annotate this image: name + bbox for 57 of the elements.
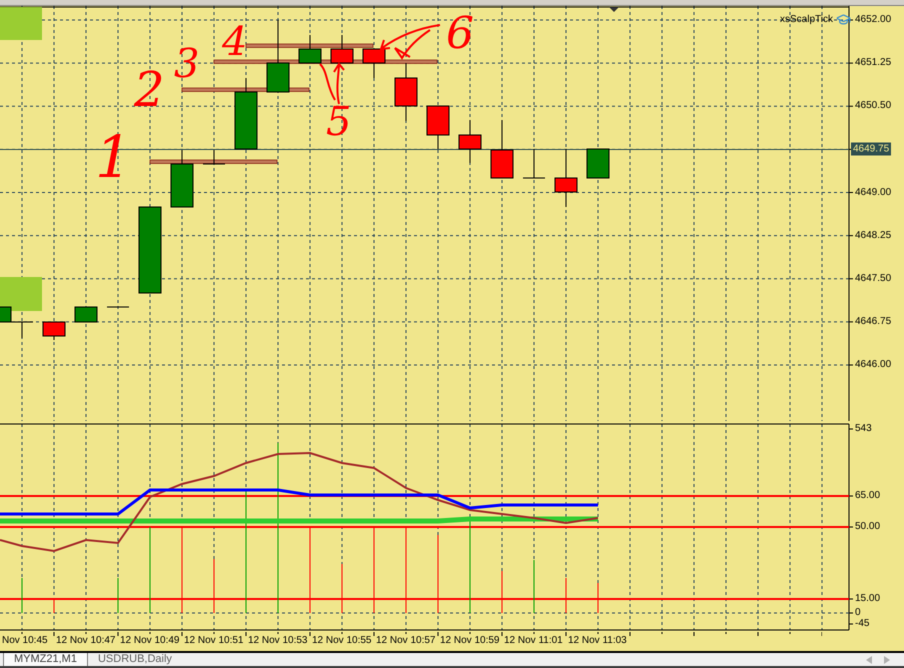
time-label: 12 Nov 10:57	[376, 636, 436, 646]
candlestick	[170, 150, 194, 208]
indicator-tick-label: 543	[855, 424, 872, 434]
price-tick-label: 4649.00	[855, 188, 892, 198]
zone-rectangle	[0, 277, 42, 311]
time-label: 12 Nov 11:03	[568, 636, 627, 646]
current-price-label: 4649.75	[851, 142, 892, 156]
price-tick-label: 4648.25	[855, 230, 892, 241]
scroll-left-icon[interactable]	[866, 656, 872, 664]
annotation-arrow	[380, 24, 441, 59]
candlestick	[490, 120, 514, 178]
candlestick	[586, 148, 610, 178]
candlestick	[554, 148, 578, 208]
indicator-tick-label: 50.00	[855, 522, 880, 532]
zone-rectangle	[0, 7, 42, 40]
time-label: 12 Nov 10:53	[248, 636, 308, 646]
triangle-marker-icon	[609, 7, 619, 12]
candlestick	[42, 322, 66, 340]
candlestick	[426, 106, 450, 150]
time-label: 12 Nov 11:01	[504, 636, 563, 646]
candlestick	[362, 48, 386, 78]
indicator-tick-label: 65.00	[855, 491, 880, 501]
doji-candle	[10, 322, 34, 338]
scroll-right-icon[interactable]	[884, 656, 890, 664]
candlestick	[298, 34, 322, 64]
handwritten-number: 2	[134, 66, 165, 114]
indicator-tick-label: 15.00	[855, 594, 880, 604]
handwritten-number: 3	[174, 44, 200, 84]
candlestick	[74, 306, 98, 322]
time-label: 12 Nov 10:49	[120, 636, 180, 646]
candlestick	[330, 34, 354, 64]
handwritten-number: 6	[446, 12, 474, 56]
candlestick	[458, 120, 482, 164]
time-label: 12 Nov 10:51	[184, 636, 244, 646]
candlestick	[0, 306, 12, 322]
annotation-arrow	[319, 63, 345, 105]
graduation-cap-icon	[836, 12, 851, 27]
time-label: 12 Nov 10:55	[312, 636, 372, 646]
price-tick-label: 4650.50	[855, 101, 892, 112]
handwritten-number: 4	[222, 22, 248, 62]
candlestick	[394, 62, 418, 122]
indicator-tick-label: 0	[855, 608, 861, 618]
time-label: Nov 10:45	[2, 636, 48, 646]
price-tick-label: 4646.75	[855, 316, 892, 327]
chart-tab[interactable]: MYMZ21,M1	[3, 653, 87, 666]
price-tick-label: 4652.00	[855, 15, 892, 25]
doji-candle	[522, 148, 546, 178]
handwritten-number: 5	[326, 102, 352, 142]
candlestick	[234, 78, 258, 150]
price-tick-label: 4646.00	[855, 360, 892, 370]
price-tick-label: 4651.25	[855, 58, 892, 68]
time-label: 12 Nov 10:59	[440, 636, 500, 646]
time-label: 12 Nov 10:47	[56, 636, 116, 646]
price-tick-label: 4647.50	[855, 274, 892, 284]
doji-candle	[202, 150, 226, 164]
indicator-tick-label: -45	[855, 619, 870, 629]
indicator-name: xsScalpTick	[780, 14, 833, 24]
